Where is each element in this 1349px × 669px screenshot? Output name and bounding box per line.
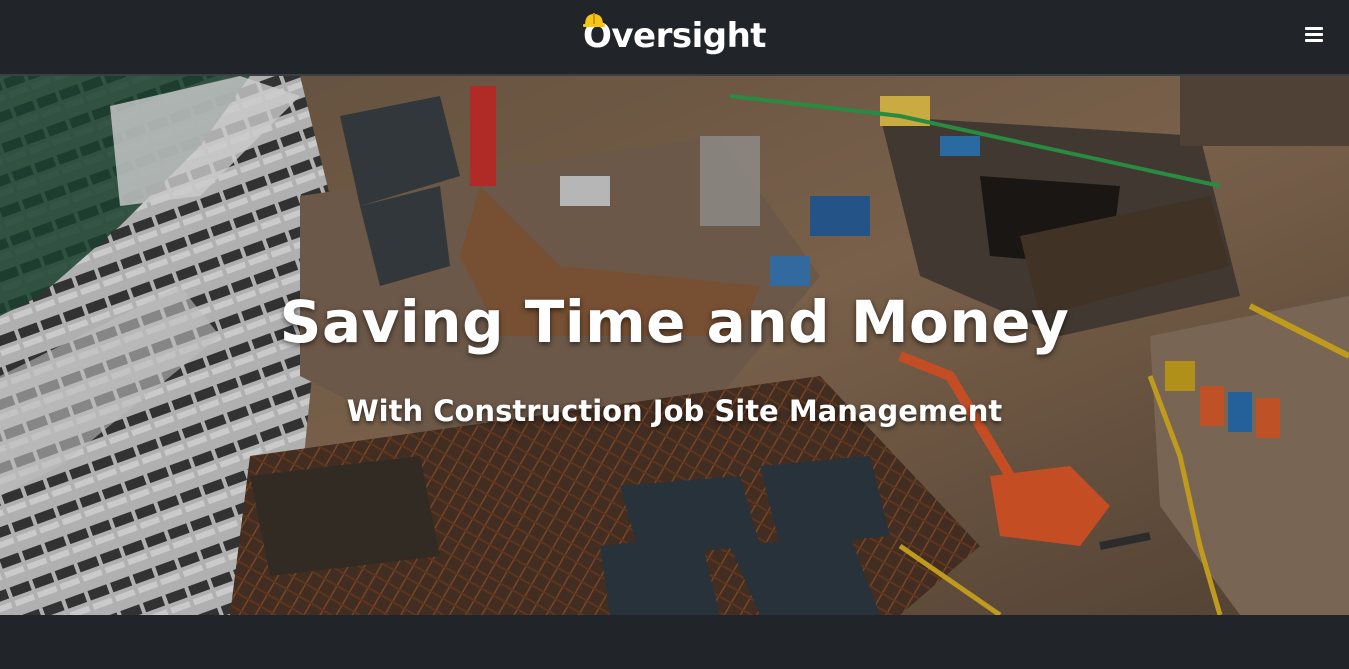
brand-logo[interactable]: Oversight	[582, 12, 767, 56]
hero-title: Saving Time and Money	[279, 288, 1070, 356]
top-navbar: Oversight	[0, 0, 1349, 76]
section-below-hero	[0, 615, 1349, 669]
brand-name: Oversight	[582, 16, 767, 56]
hardhat-icon	[582, 13, 605, 27]
brand[interactable]: Oversight	[0, 12, 1349, 56]
hamburger-menu-icon[interactable]	[1305, 27, 1325, 45]
hero-banner: Saving Time and Money With Construction …	[0, 76, 1349, 615]
hero-subtitle: With Construction Job Site Management	[346, 394, 1003, 428]
